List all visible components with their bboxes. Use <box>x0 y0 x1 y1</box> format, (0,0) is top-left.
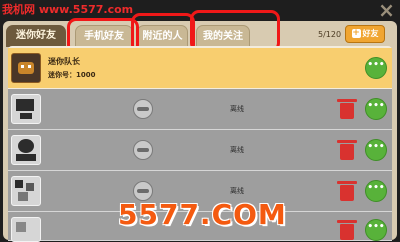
delete-icon[interactable] <box>337 99 357 119</box>
chat-icon[interactable]: ••• <box>365 219 387 241</box>
delete-icon[interactable] <box>337 181 357 201</box>
status-text: 离线 <box>230 105 244 113</box>
chat-icon[interactable]: ••• <box>365 57 387 79</box>
close-icon[interactable]: × <box>377 0 396 20</box>
list-item[interactable]: 离线 ••• <box>8 130 392 171</box>
chat-icon[interactable]: ••• <box>365 98 387 120</box>
status-text: 离线 <box>230 187 244 195</box>
chat-icon[interactable]: ••• <box>365 139 387 161</box>
watermark-top: 我机网 www.5577.com <box>2 3 134 16</box>
avatar[interactable] <box>11 94 41 124</box>
delete-icon[interactable] <box>337 140 357 160</box>
friend-count: 5/120 <box>318 30 342 39</box>
status-text: 离线 <box>230 146 244 154</box>
add-friend-label: 好友 <box>362 29 379 38</box>
delete-icon[interactable] <box>337 220 357 240</box>
offline-status-icon <box>133 140 153 160</box>
tab-mini-friends[interactable]: 迷你好友 <box>6 25 66 47</box>
avatar[interactable] <box>11 217 41 242</box>
mini-id: 迷你号：1000 <box>48 71 96 79</box>
add-friend-button[interactable]: + 好友 <box>345 25 385 43</box>
list-item[interactable]: 离线 ••• <box>8 89 392 130</box>
offline-status-icon <box>133 99 153 119</box>
avatar[interactable] <box>11 135 41 165</box>
list-item-me[interactable]: 迷你队长 迷你号：1000 ••• <box>8 48 392 88</box>
chat-icon[interactable]: ••• <box>365 180 387 202</box>
avatar[interactable] <box>11 53 41 83</box>
player-name: 迷你队长 <box>48 57 80 66</box>
plus-icon: + <box>351 28 361 38</box>
avatar[interactable] <box>11 176 41 206</box>
watermark-bottom: 5577.COM <box>118 198 287 231</box>
